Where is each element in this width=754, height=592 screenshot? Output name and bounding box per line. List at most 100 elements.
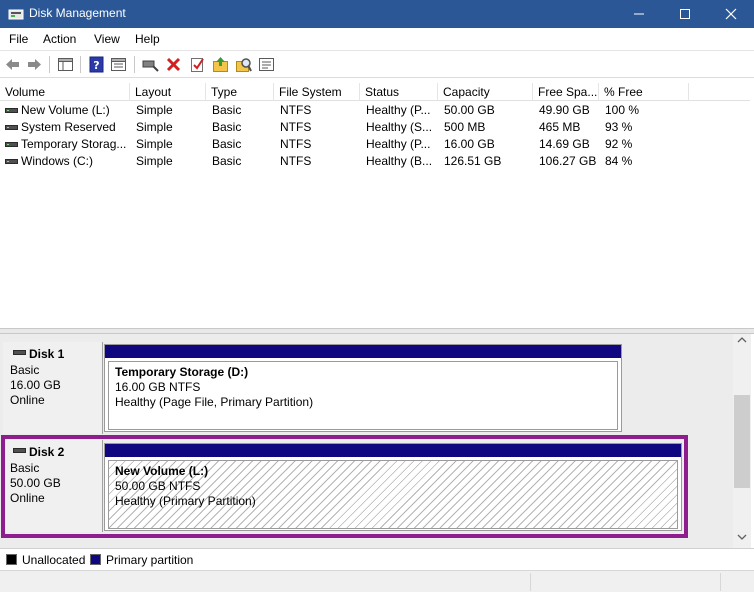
legend-swatch-primary	[90, 554, 101, 565]
volume-icon	[5, 125, 18, 130]
legend-swatch-unallocated	[6, 554, 17, 565]
table-row[interactable]: Windows (C:) Simple Basic NTFS Healthy (…	[0, 153, 750, 170]
volume-percent-free: 92 %	[605, 137, 633, 151]
menu-action[interactable]: Action	[43, 32, 76, 46]
volume-layout: Simple	[136, 120, 173, 134]
volume-capacity: 126.51 GB	[444, 154, 502, 168]
volume-percent-free: 100 %	[605, 103, 640, 117]
volume-icon	[5, 108, 18, 113]
list-view-icon[interactable]	[258, 56, 275, 73]
volume-name: Temporary Storag...	[21, 137, 127, 151]
minimize-button[interactable]	[616, 0, 662, 28]
toolbar-separator	[134, 56, 135, 73]
partition-status: Healthy (Page File, Primary Partition)	[115, 395, 314, 409]
delete-icon[interactable]	[165, 56, 182, 73]
refresh-icon[interactable]	[212, 56, 229, 73]
rescan-icon[interactable]	[235, 56, 252, 73]
volume-status: Healthy (S...	[366, 120, 433, 134]
legend-label-primary: Primary partition	[106, 553, 194, 567]
close-button[interactable]	[708, 0, 754, 28]
volume-type: Basic	[212, 120, 242, 134]
volume-type: Basic	[212, 103, 242, 117]
disk-name: Disk 1	[29, 347, 65, 361]
table-row[interactable]: New Volume (L:) Simple Basic NTFS Health…	[0, 102, 750, 119]
minimize-icon	[634, 13, 644, 15]
disk-icon	[13, 350, 26, 355]
menu-view[interactable]: View	[94, 32, 120, 46]
chevron-up-icon	[737, 337, 747, 343]
status-bar	[0, 570, 754, 592]
partition-temporary-storage[interactable]: Temporary Storage (D:) 16.00 GB NTFS Hea…	[108, 361, 618, 430]
volume-capacity: 50.00 GB	[444, 103, 495, 117]
volume-list: Volume Layout Type File System Status Ca…	[0, 83, 750, 328]
column-header-percent-free[interactable]: % Free	[599, 83, 689, 101]
legend-label-unallocated: Unallocated	[22, 553, 86, 567]
maximize-button[interactable]	[662, 0, 708, 28]
column-header-status[interactable]: Status	[360, 83, 438, 101]
menu-help[interactable]: Help	[135, 32, 160, 46]
scroll-thumb[interactable]	[734, 395, 750, 488]
legend: Unallocated Primary partition	[0, 548, 754, 570]
partition-size-fs: 16.00 GB NTFS	[115, 380, 201, 394]
volume-capacity: 500 MB	[444, 120, 486, 134]
connect-virtual-disk-icon[interactable]	[142, 56, 159, 73]
column-header-free-space[interactable]: Free Spa...	[533, 83, 599, 101]
forward-icon[interactable]	[26, 56, 43, 73]
volume-status: Healthy (P...	[366, 103, 431, 117]
svg-text:?: ?	[93, 59, 99, 72]
partition-color-bar	[105, 345, 621, 358]
disk-type: Basic	[10, 363, 40, 377]
properties-icon[interactable]	[110, 56, 127, 73]
disk-1-label[interactable]: Disk 1 Basic 16.00 GB Online	[3, 342, 103, 434]
toolbar-separator	[80, 56, 81, 73]
show-hide-console-tree-icon[interactable]	[57, 56, 74, 73]
column-header-file-system[interactable]: File System	[274, 83, 360, 101]
status-divider	[530, 573, 531, 591]
toolbar-separator	[49, 56, 50, 73]
volume-layout: Simple	[136, 154, 173, 168]
title-bar: Disk Management	[0, 0, 754, 28]
volume-free-space: 49.90 GB	[539, 103, 590, 117]
menu-file[interactable]: File	[9, 32, 28, 46]
column-header-type[interactable]: Type	[206, 83, 274, 101]
volume-free-space: 106.27 GB	[539, 154, 597, 168]
column-header-layout[interactable]: Layout	[130, 83, 206, 101]
volume-type: Basic	[212, 154, 242, 168]
volume-file-system: NTFS	[280, 154, 312, 168]
column-header-volume[interactable]: Volume	[0, 83, 130, 101]
scroll-up-button[interactable]	[733, 334, 751, 351]
help-icon[interactable]: ?	[88, 56, 105, 73]
scroll-down-button[interactable]	[733, 531, 751, 548]
volume-name: Windows (C:)	[21, 154, 94, 168]
close-icon	[725, 8, 737, 20]
volume-file-system: NTFS	[280, 103, 312, 117]
volume-type: Basic	[212, 137, 242, 151]
vertical-scrollbar[interactable]	[733, 334, 751, 548]
menu-bar: File Action View Help	[0, 28, 754, 51]
toolbar: ?	[0, 51, 754, 78]
volume-percent-free: 84 %	[605, 154, 633, 168]
back-icon[interactable]	[4, 56, 21, 73]
table-row[interactable]: System Reserved Simple Basic NTFS Health…	[0, 119, 750, 136]
partition-title: Temporary Storage (D:)	[115, 365, 249, 379]
chevron-down-icon	[737, 534, 747, 540]
column-header-capacity[interactable]: Capacity	[438, 83, 533, 101]
window-title: Disk Management	[29, 6, 126, 20]
volume-file-system: NTFS	[280, 137, 312, 151]
disk-2-highlight-frame	[1, 435, 688, 538]
disk-1-partition-area: Temporary Storage (D:) 16.00 GB NTFS Hea…	[104, 344, 622, 432]
table-row[interactable]: Temporary Storag... Simple Basic NTFS He…	[0, 136, 750, 153]
volume-free-space: 465 MB	[539, 120, 581, 134]
disk-management-icon	[8, 9, 24, 20]
check-icon[interactable]	[189, 56, 206, 73]
volume-capacity: 16.00 GB	[444, 137, 495, 151]
volume-name: System Reserved	[21, 120, 116, 134]
disk-size: 16.00 GB	[10, 378, 61, 392]
volume-layout: Simple	[136, 103, 173, 117]
volume-list-header: Volume Layout Type File System Status Ca…	[0, 83, 750, 101]
disk-state: Online	[10, 393, 45, 407]
volume-percent-free: 93 %	[605, 120, 633, 134]
volume-name: New Volume (L:)	[21, 103, 110, 117]
volume-file-system: NTFS	[280, 120, 312, 134]
maximize-icon	[680, 9, 690, 19]
